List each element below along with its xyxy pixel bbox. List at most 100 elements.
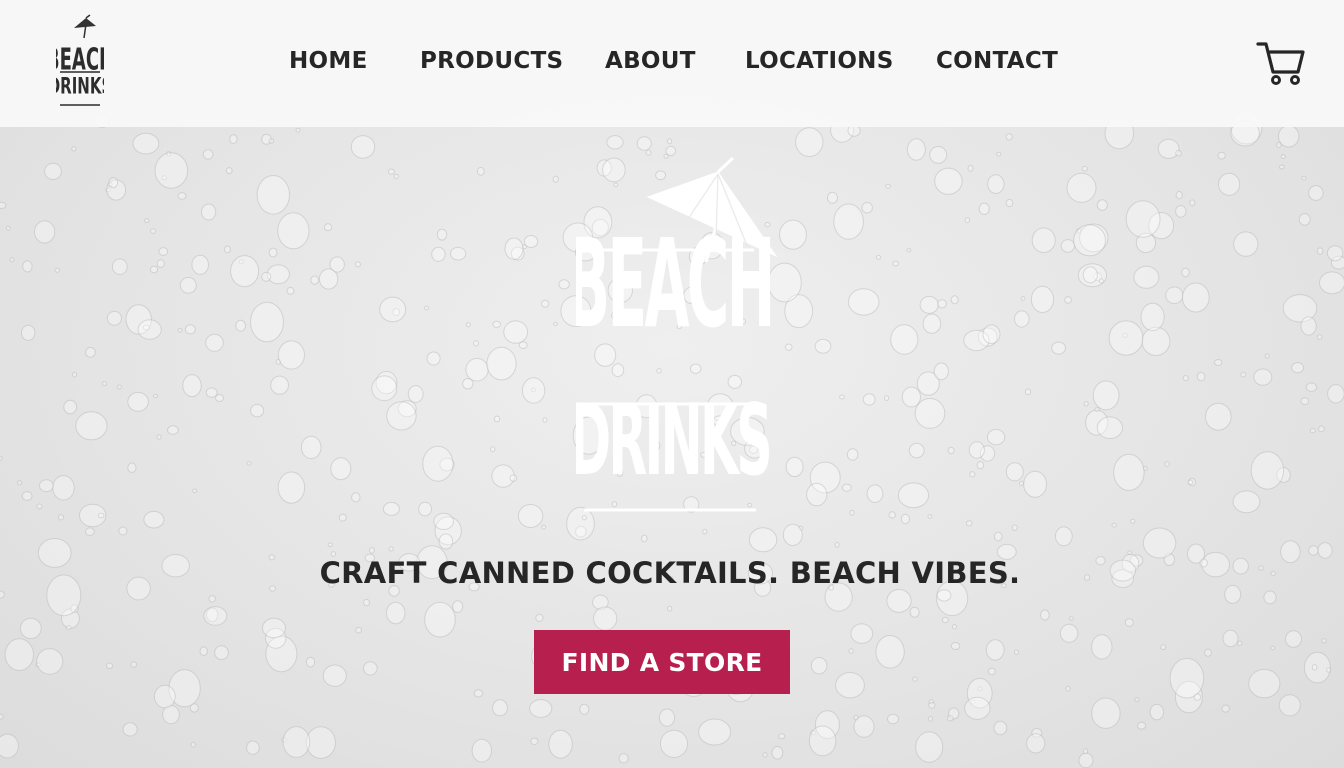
water-droplet: [1237, 640, 1243, 646]
water-droplet: [1096, 416, 1124, 440]
water-droplet: [490, 446, 496, 453]
water-droplet: [529, 699, 553, 718]
water-droplet: [418, 501, 433, 517]
water-droplet: [224, 245, 231, 254]
shopping-cart-icon[interactable]: [1256, 40, 1306, 86]
water-droplet: [149, 265, 159, 274]
water-droplet: [225, 167, 233, 175]
water-droplet: [156, 434, 162, 440]
water-droplet: [1005, 198, 1014, 208]
water-droplet: [1182, 375, 1189, 382]
water-droplet: [833, 203, 864, 240]
water-droplet: [4, 638, 34, 671]
water-droplet: [1305, 382, 1318, 392]
water-droplet: [928, 716, 933, 722]
water-droplet: [659, 729, 689, 758]
water-droplet: [85, 527, 95, 537]
water-droplet: [1094, 407, 1100, 412]
water-droplet: [0, 590, 5, 599]
water-droplet: [517, 504, 544, 528]
water-droplet: [1232, 490, 1261, 514]
water-droplet: [1217, 151, 1226, 160]
water-droplet: [976, 461, 985, 470]
water-droplet: [1181, 282, 1210, 313]
water-droplet: [52, 475, 75, 501]
water-droplet: [1285, 630, 1302, 648]
water-droplet: [839, 394, 845, 400]
water-droplet: [277, 471, 306, 504]
water-droplet: [122, 722, 138, 737]
water-droplet: [105, 662, 114, 670]
water-droplet: [964, 217, 970, 224]
water-droplet: [1196, 371, 1206, 382]
water-droplet: [541, 524, 547, 530]
water-droplet: [177, 192, 187, 200]
water-droplet: [256, 175, 290, 215]
water-droplet: [9, 257, 15, 263]
water-droplet: [75, 411, 108, 441]
water-droplet: [5, 225, 11, 231]
water-droplet: [246, 461, 252, 466]
water-droplet: [933, 362, 949, 381]
water-droplet: [327, 542, 333, 548]
water-droplet: [1222, 629, 1239, 648]
water-droplet: [1308, 545, 1319, 556]
water-droplet: [261, 271, 272, 282]
water-droplet: [17, 480, 22, 486]
water-droplet: [934, 167, 963, 195]
water-droplet: [1026, 733, 1046, 754]
water-droplet: [1205, 402, 1232, 431]
nav-products[interactable]: PRODUCTS: [420, 48, 563, 74]
water-droplet: [698, 718, 732, 746]
water-droplet: [277, 340, 305, 370]
water-droplet: [1308, 185, 1324, 201]
water-droplet: [182, 374, 202, 398]
nav-about[interactable]: ABOUT: [605, 48, 696, 74]
water-droplet: [1054, 526, 1073, 547]
water-droplet: [814, 338, 832, 354]
water-droplet: [548, 729, 573, 759]
water-droplet: [1031, 227, 1056, 253]
water-droplet: [71, 146, 77, 152]
nav-home[interactable]: HOME: [289, 48, 368, 74]
water-droplet: [230, 255, 260, 288]
water-droplet: [922, 313, 942, 334]
nav-locations[interactable]: LOCATIONS: [745, 48, 894, 74]
water-droplet: [130, 661, 138, 668]
water-droplet: [153, 684, 176, 709]
water-droplet: [310, 275, 320, 285]
water-droplet: [1141, 326, 1171, 356]
water-droplet: [978, 202, 990, 216]
water-droplet: [1187, 479, 1194, 485]
water-droplet: [379, 296, 407, 323]
water-droplet: [1134, 697, 1140, 702]
find-a-store-button[interactable]: FIND A STORE: [534, 630, 790, 694]
water-droplet: [834, 541, 840, 548]
water-droplet: [21, 324, 36, 341]
svg-text:BEACH: BEACH: [576, 212, 773, 355]
water-droplet: [144, 218, 150, 224]
water-droplet: [606, 135, 624, 150]
water-droplet: [1291, 362, 1305, 374]
water-droplet: [915, 731, 944, 763]
water-droplet: [1169, 657, 1205, 699]
water-droplet: [452, 600, 464, 613]
water-droplet: [909, 606, 920, 618]
water-droplet: [22, 260, 33, 273]
water-droplet: [952, 624, 957, 630]
water-droplet: [919, 295, 939, 314]
water-droplet: [835, 672, 865, 699]
water-droplet: [778, 733, 786, 740]
water-droplet: [1014, 649, 1019, 655]
nav-contact[interactable]: CONTACT: [936, 48, 1058, 74]
water-droplet: [351, 492, 361, 503]
water-droplet: [771, 746, 784, 760]
water-droplet: [748, 527, 778, 553]
water-droplet: [492, 699, 508, 717]
water-droplet: [861, 201, 873, 214]
water-droplet: [897, 482, 930, 509]
water-droplet: [900, 513, 911, 525]
water-droplet: [1073, 224, 1106, 257]
site-header: BEACH DRINKS HOME PRODUCTS ABOUT LOCATIO…: [0, 0, 1344, 127]
water-droplet: [987, 174, 1005, 194]
